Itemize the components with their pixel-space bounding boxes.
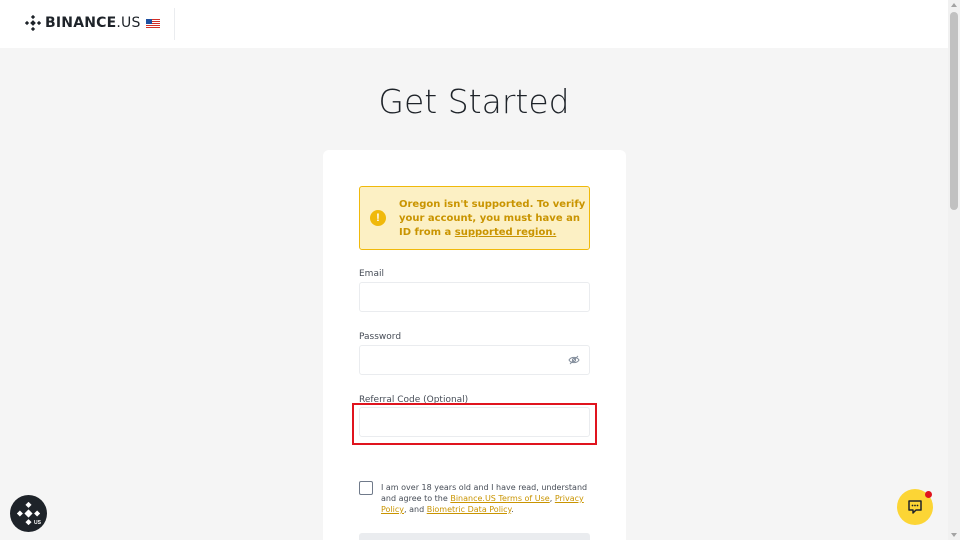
terms-of-use-link[interactable]: Binance.US Terms of Use	[450, 494, 549, 503]
badge-us-text: US	[34, 520, 41, 526]
support-chat-button[interactable]	[897, 489, 933, 525]
binance-us-logo[interactable]: BINANCE.US	[25, 14, 160, 32]
region-warning-alert: ! Oregon isn't supported. To verify your…	[359, 186, 590, 250]
supported-region-link[interactable]: supported region.	[455, 227, 556, 238]
brand-name: BINANCE.US	[45, 15, 141, 31]
scroll-down-arrow-icon[interactable]	[951, 533, 957, 537]
page-scrollbar[interactable]	[948, 0, 960, 540]
biometric-data-policy-link[interactable]: Biometric Data Policy	[427, 505, 511, 514]
signup-card: ! Oregon isn't supported. To verify your…	[323, 150, 626, 540]
page-title: Get Started	[378, 82, 570, 121]
notification-dot	[925, 491, 932, 498]
referral-code-field[interactable]	[359, 407, 590, 437]
binance-diamond-icon	[25, 15, 41, 31]
binance-app-badge[interactable]: US	[10, 495, 47, 532]
chat-icon	[908, 500, 922, 514]
warning-icon: !	[370, 210, 386, 226]
terms-checkbox[interactable]	[359, 481, 373, 495]
header-divider	[174, 8, 175, 40]
password-label: Password	[359, 332, 402, 342]
email-field[interactable]	[359, 282, 590, 312]
create-account-button[interactable]	[359, 533, 590, 540]
email-label: Email	[359, 269, 384, 279]
hide-password-icon[interactable]	[568, 354, 580, 366]
terms-text: I am over 18 years old and I have read, …	[381, 483, 588, 514]
referral-code-label: Referral Code (Optional)	[359, 395, 469, 405]
alert-message: Oregon isn't supported. To verify your a…	[399, 199, 586, 238]
scrollbar-thumb[interactable]	[950, 12, 958, 210]
us-flag-icon	[145, 18, 160, 28]
top-navigation-bar: BINANCE.US	[0, 0, 948, 48]
password-field[interactable]	[359, 345, 590, 375]
scroll-up-arrow-icon[interactable]	[951, 3, 957, 7]
